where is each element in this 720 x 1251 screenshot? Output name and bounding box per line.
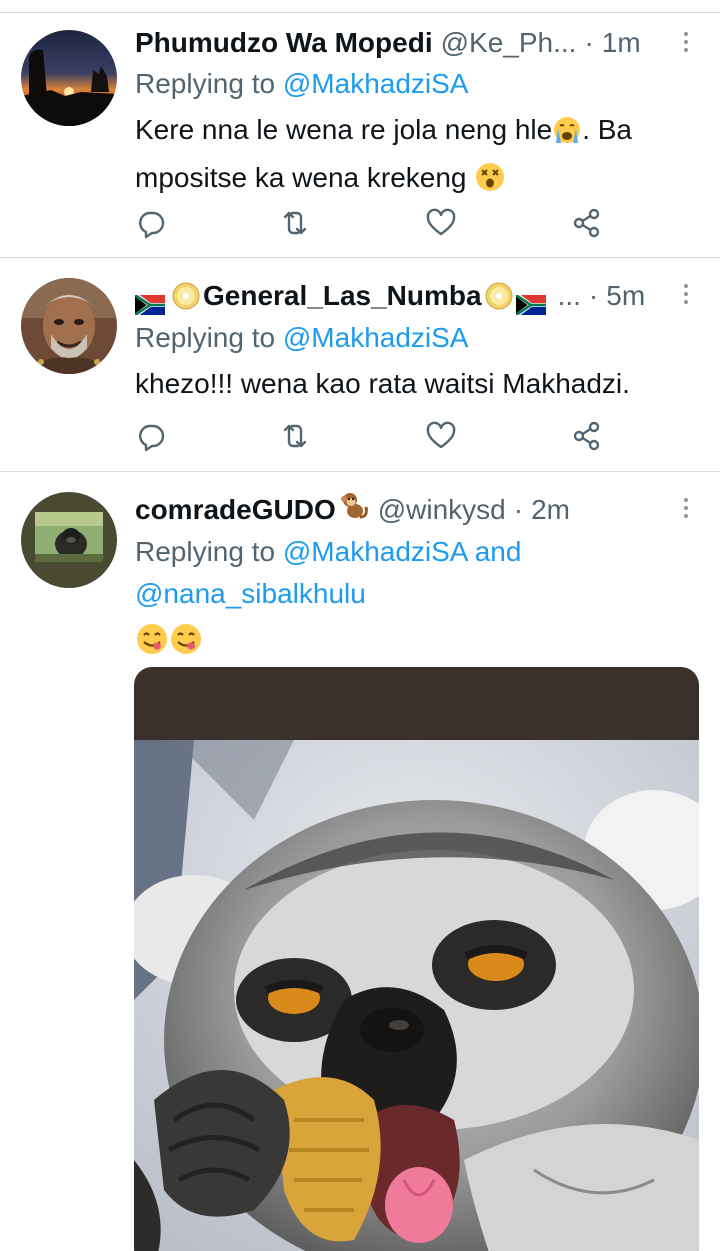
retweet-icon[interactable]	[279, 207, 311, 239]
handle[interactable]: @winkysd	[378, 490, 506, 530]
display-name[interactable]: General_Las_Numba	[203, 276, 482, 316]
south-africa-flag-emoji	[133, 286, 165, 318]
disc-emoji	[171, 281, 201, 311]
tweet-text-part: Kere nna le wena re jola neng hle	[135, 114, 553, 145]
replying-to: Replying to @MakhadziSA and @nana_sibalk…	[135, 531, 690, 615]
replying-prefix: Replying to	[135, 322, 276, 353]
like-icon[interactable]	[425, 207, 457, 239]
tweet-text: khezo!!! wena kao rata waitsi Makhadzi.	[135, 363, 680, 405]
share-icon[interactable]	[571, 420, 603, 452]
more-icon[interactable]	[682, 498, 690, 522]
more-icon[interactable]	[682, 32, 690, 56]
mention-link[interactable]: @nana_sibalkhulu	[135, 578, 366, 609]
reply-icon[interactable]	[135, 207, 167, 239]
handle[interactable]: @Ke_Ph...	[441, 23, 577, 63]
tweet-actions	[135, 207, 615, 239]
monkey-emoji	[338, 489, 370, 532]
tweet-text	[135, 620, 680, 668]
tweet-header: General_Las_Numba ... · 5m	[133, 276, 678, 318]
disc-emoji	[484, 281, 514, 311]
reply-icon[interactable]	[135, 420, 167, 452]
tweet-actions	[135, 420, 615, 452]
display-name[interactable]: Phumudzo Wa Mopedi	[135, 23, 433, 63]
timestamp[interactable]: 1m	[602, 23, 641, 63]
mention-link[interactable]: @MakhadziSA	[283, 536, 467, 567]
avatar[interactable]	[21, 30, 117, 126]
tweet-header: Phumudzo Wa Mopedi @Ke_Ph... · 1m	[135, 23, 678, 63]
replying-to: Replying to @MakhadziSA	[135, 63, 690, 105]
handle[interactable]: ...	[558, 276, 581, 316]
top-divider	[0, 12, 720, 13]
display-name[interactable]: comradeGUDO	[135, 490, 336, 530]
separator: ·	[513, 494, 524, 525]
yum-face-emoji	[169, 622, 203, 668]
dizzy-face-emoji	[474, 161, 506, 205]
lemur-photo	[134, 740, 699, 1251]
south-africa-flag-emoji	[514, 286, 546, 318]
tweet-text-part: khezo!!! wena kao rata waitsi Makhadzi.	[135, 368, 630, 399]
replying-prefix: Replying to	[135, 68, 276, 99]
more-icon[interactable]	[682, 284, 690, 308]
tweet-1[interactable]: Phumudzo Wa Mopedi @Ke_Ph... · 1m Replyi…	[0, 14, 720, 258]
retweet-icon[interactable]	[279, 420, 311, 452]
replying-to: Replying to @MakhadziSA	[135, 317, 690, 359]
separator: ·	[584, 27, 594, 58]
replying-prefix: Replying to	[135, 536, 276, 567]
tweet-2[interactable]: General_Las_Numba ... · 5m Replying to @…	[0, 258, 720, 472]
tweet-text: Kere nna le wena re jola neng hle. Ba mp…	[135, 109, 680, 205]
mention-link[interactable]: @MakhadziSA	[283, 68, 469, 99]
timestamp[interactable]: 5m	[606, 276, 645, 316]
timestamp[interactable]: 2m	[531, 490, 570, 530]
share-icon[interactable]	[571, 207, 603, 239]
mention-joiner: and	[474, 536, 522, 567]
like-icon[interactable]	[425, 420, 457, 452]
crying-face-emoji	[552, 115, 582, 157]
yum-face-emoji	[135, 622, 169, 668]
mention-link[interactable]: @MakhadziSA	[283, 322, 469, 353]
avatar[interactable]	[21, 492, 117, 588]
separator: ·	[588, 280, 599, 311]
tweet-header: comradeGUDO @winkysd · 2m	[135, 490, 678, 530]
avatar[interactable]	[21, 278, 117, 374]
lemur-photo-attachment[interactable]	[134, 667, 699, 1251]
